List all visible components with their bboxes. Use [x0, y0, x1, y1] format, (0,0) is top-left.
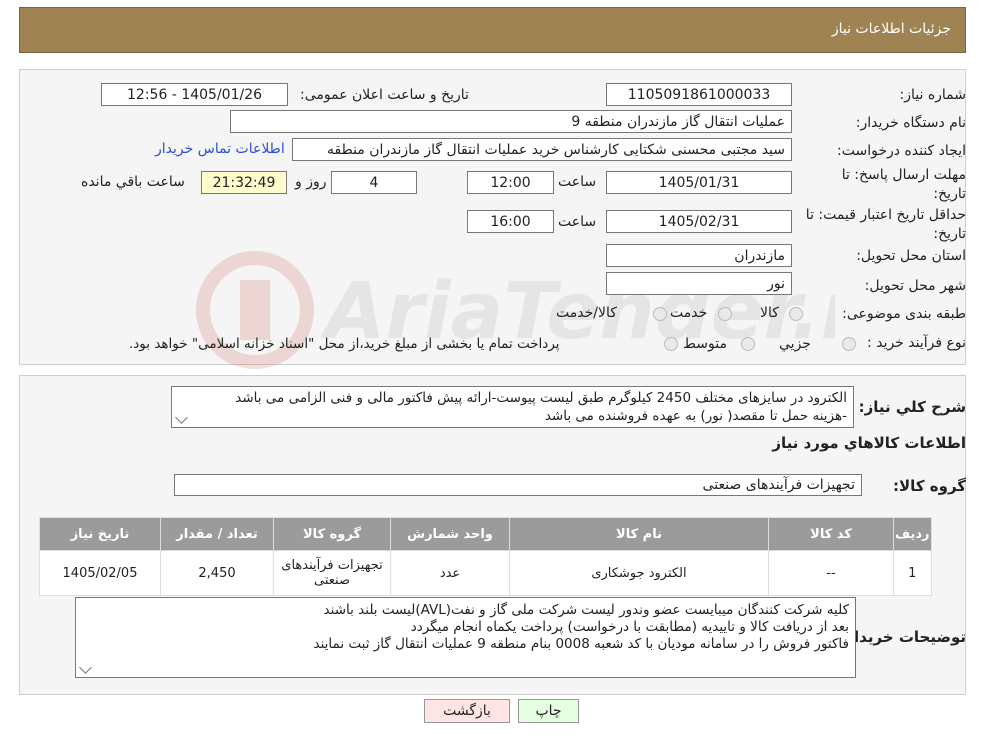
table-row: 1 -- الکترود جوشکاری عدد تجهیزات فرآینده…	[39, 550, 932, 596]
cell-row-number: 1	[893, 550, 932, 596]
validity-label: حداقل تاریخ اعتبار قیمت: تا تاریخ:	[805, 207, 966, 242]
days-label: روز و	[295, 174, 327, 190]
process-option-medium: متوسط	[683, 336, 727, 352]
category-label: طبقه بندی موضوعی:	[842, 306, 966, 322]
province-field: مازندران	[606, 244, 792, 267]
table-header-row: رديف كد كالا نام كالا واحد شمارش گروه كا…	[39, 517, 932, 551]
city-field: نور	[606, 272, 792, 295]
validity-date-field: 1405/02/31	[606, 210, 792, 233]
col-need-date: تاریخ نیاز	[39, 517, 161, 551]
page-title: جزئیات اطلاعات نیاز	[831, 21, 951, 37]
buyer-notes-line-2: بعد از دریافت کالا و تاییدیه (مطابقت با …	[410, 619, 849, 635]
cell-item-name: الکترود جوشکاری	[509, 550, 769, 596]
items-table-wrap: رديف كد كالا نام كالا واحد شمارش گروه كا…	[39, 517, 932, 596]
contact-buyer-link[interactable]: اطلاعات تماس خریدار	[155, 141, 285, 157]
validity-time-field: 16:00	[467, 210, 554, 233]
category-radio-goods[interactable]	[789, 307, 803, 321]
goods-group-field: تجهیزات فرآیندهای صنعتی	[174, 474, 862, 496]
remaining-time-field: 21:32:49	[201, 171, 287, 194]
deadline-date-field: 1405/01/31	[606, 171, 792, 194]
summary-textarea[interactable]: الکترود در سایزهای مختلف 2450 کیلوگرم طب…	[171, 386, 854, 428]
goods-info-title: اطلاعات كالاهاي مورد نياز	[772, 434, 966, 452]
province-label: استان محل تحویل:	[856, 248, 966, 264]
process-radio-treasury[interactable]	[664, 337, 678, 351]
back-button[interactable]: بازگشت	[424, 699, 510, 723]
deadline-time-field: 12:00	[467, 171, 554, 194]
cell-group: تجهیزات فرآیندهای صنعتی	[273, 550, 391, 596]
cell-unit: عدد	[390, 550, 510, 596]
col-item-name: نام كالا	[509, 517, 769, 551]
category-option-service: خدمت	[670, 305, 708, 321]
announce-label: تاریخ و ساعت اعلان عمومی:	[300, 87, 469, 103]
category-option-goods: کالا	[760, 305, 779, 321]
watermark-logo: AriaTender.neT	[196, 251, 835, 369]
summary-line-2: -هزینه حمل تا مقصد( نور) به عهده فروشنده…	[544, 408, 847, 424]
deadline-label: مهلت ارسال پاسخ: تا تاریخ:	[841, 167, 966, 202]
items-table: رديف كد كالا نام كالا واحد شمارش گروه كا…	[39, 517, 932, 596]
cell-need-date: 1405/02/05	[39, 550, 161, 596]
buyer-org-label: نام دستگاه خریدار:	[855, 115, 966, 131]
col-quantity: تعداد / مقدار	[160, 517, 274, 551]
process-radio-medium[interactable]	[741, 337, 755, 351]
need-number-field: 1105091861000033	[606, 83, 792, 106]
print-button[interactable]: چاپ	[518, 699, 579, 723]
buyer-notes-line-3: فاکتور فروش را در سامانه مودیان با کد شع…	[313, 636, 849, 652]
buyer-notes-label: توضيحات خريدار:	[839, 628, 966, 646]
col-item-code: كد كالا	[768, 517, 894, 551]
buyer-notes-textarea[interactable]: کلیه شرکت کنندگان میبایست عضو وندور لیست…	[75, 597, 856, 678]
validity-time-label: ساعت	[558, 214, 597, 230]
city-label: شهر محل تحویل:	[864, 278, 966, 294]
header-bar: جزئیات اطلاعات نیاز	[19, 7, 966, 53]
summary-line-1: الکترود در سایزهای مختلف 2450 کیلوگرم طب…	[235, 390, 847, 406]
category-option-goods-service: کالا/خدمت	[556, 305, 617, 321]
category-radio-goods-service[interactable]	[653, 307, 667, 321]
creator-label: ایجاد کننده درخواست:	[837, 143, 966, 159]
col-unit: واحد شمارش	[390, 517, 510, 551]
days-field: 4	[331, 171, 417, 194]
cell-item-code: --	[768, 550, 894, 596]
col-group: گروه كالا	[273, 517, 391, 551]
col-row-number: رديف	[893, 517, 932, 551]
process-label: نوع فرآیند خرید :	[867, 335, 966, 351]
announce-field: 1405/01/26 - 12:56	[101, 83, 288, 106]
buyer-notes-line-1: کلیه شرکت کنندگان میبایست عضو وندور لیست…	[323, 602, 849, 618]
need-number-label: شماره نیاز:	[899, 87, 967, 103]
process-option-minor: جزیي	[779, 336, 811, 352]
remaining-label: ساعت باقي مانده	[81, 174, 185, 190]
deadline-time-label: ساعت	[558, 174, 597, 190]
process-note: پرداخت تمام یا بخشی از مبلغ خرید،از محل …	[129, 336, 560, 352]
process-radio-minor[interactable]	[842, 337, 856, 351]
cell-quantity: 2,450	[160, 550, 274, 596]
goods-group-label: گروه كالا:	[893, 477, 966, 495]
buyer-org-field: عملیات انتقال گاز مازندران منطقه 9	[230, 110, 792, 133]
category-radio-service[interactable]	[718, 307, 732, 321]
creator-field: سید مجتبی محسنی شکتایی کارشناس خرید عملی…	[292, 138, 792, 161]
summary-label: شرح كلي نياز:	[858, 398, 966, 416]
resize-handle-icon[interactable]	[79, 661, 92, 674]
